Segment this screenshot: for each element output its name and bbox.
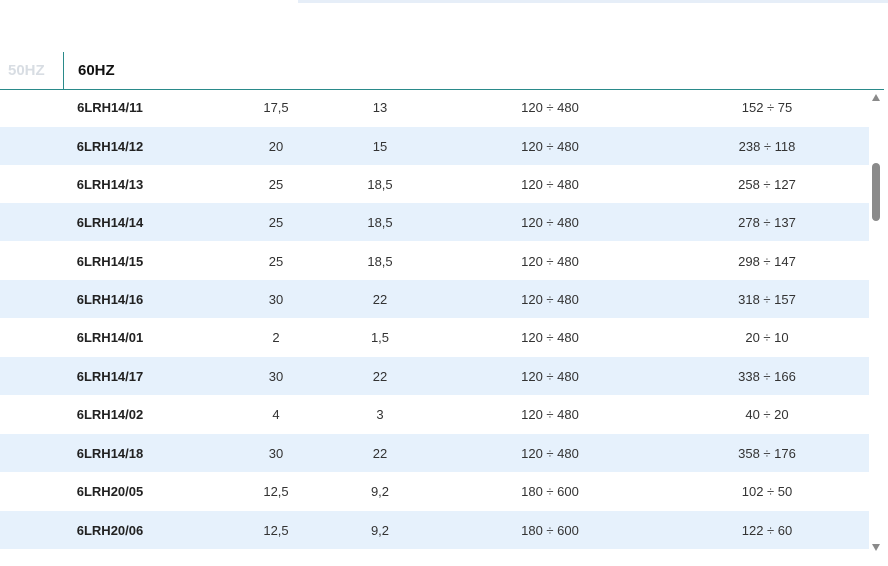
cell-hp: 9,2	[370, 522, 390, 538]
table-row: 6LRH14/17 30 22 120 ÷ 480 338 ÷ 166	[0, 357, 869, 395]
cell-hp: 15	[372, 138, 388, 154]
cell-kw: 25	[268, 176, 284, 192]
cell-model: 6LRH14/16	[76, 291, 144, 307]
scroll-up-icon[interactable]	[872, 94, 880, 101]
cell-model: 6LRH14/17	[76, 368, 144, 384]
cell-head: 318 ÷ 157	[738, 291, 796, 307]
cell-model: 6LRH14/15	[76, 253, 144, 269]
cell-model: 6LRH14/13	[76, 176, 144, 192]
cell-flow: 120 ÷ 480	[521, 406, 579, 422]
table-row: 6LRH14/14 25 18,5 120 ÷ 480 278 ÷ 137	[0, 203, 869, 241]
cell-kw: 12,5	[263, 522, 289, 538]
scroll-thumb[interactable]	[872, 163, 880, 221]
cell-kw: 25	[268, 253, 284, 269]
cell-flow: 120 ÷ 480	[521, 176, 579, 192]
cell-head: 152 ÷ 75	[741, 99, 793, 115]
table-scrollbar[interactable]	[869, 90, 884, 556]
cell-model: 6LRH14/11	[77, 99, 143, 115]
cell-hp: 1,5	[370, 329, 390, 345]
cell-model: 6LRH14/12	[76, 138, 144, 154]
cell-head: 102 ÷ 50	[741, 483, 793, 499]
cell-flow: 120 ÷ 480	[521, 291, 579, 307]
cell-head: 298 ÷ 147	[738, 253, 796, 269]
table-row: 6LRH14/02 4 3 120 ÷ 480 40 ÷ 20	[0, 395, 869, 433]
cell-kw: 30	[268, 291, 284, 307]
cell-hp: 13	[372, 99, 388, 115]
cell-kw: 4	[272, 406, 280, 422]
cell-head: 40 ÷ 20	[745, 406, 789, 422]
cell-hp: 18,5	[367, 253, 393, 269]
cell-flow: 180 ÷ 600	[521, 522, 579, 538]
cell-head: 238 ÷ 118	[738, 138, 796, 154]
table-row: 6LRH14/12 20 15 120 ÷ 480 238 ÷ 118	[0, 127, 869, 165]
cell-model: 6LRH14/18	[76, 445, 144, 461]
cell-head: 278 ÷ 137	[738, 214, 796, 230]
cell-kw: 20	[268, 138, 284, 154]
cell-flow: 120 ÷ 480	[521, 99, 579, 115]
cell-hp: 22	[372, 445, 388, 461]
cell-kw: 2	[272, 329, 280, 345]
cell-model: 6LRH20/06	[76, 522, 144, 538]
cell-flow: 120 ÷ 480	[521, 368, 579, 384]
table-row: 6LRH14/18 30 22 120 ÷ 480 358 ÷ 176	[0, 434, 869, 472]
cell-head: 20 ÷ 10	[745, 329, 789, 345]
tab-60hz[interactable]: 60HZ	[78, 52, 115, 89]
cell-hp: 18,5	[367, 176, 393, 192]
cell-head: 258 ÷ 127	[738, 176, 796, 192]
cell-model: 6LRH14/14	[76, 214, 144, 230]
pump-table: 6LRH14/11 17,5 13 120 ÷ 480 152 ÷ 75 6LR…	[0, 88, 869, 549]
cell-flow: 120 ÷ 480	[521, 253, 579, 269]
table-row: 6LRH14/15 25 18,5 120 ÷ 480 298 ÷ 147	[0, 242, 869, 280]
cell-flow: 120 ÷ 480	[521, 214, 579, 230]
cell-model: 6LRH20/05	[76, 483, 144, 499]
cell-kw: 30	[268, 368, 284, 384]
cell-model: 6LRH14/02	[76, 406, 144, 422]
top-bar	[298, 0, 888, 3]
scroll-down-icon[interactable]	[872, 544, 880, 551]
cell-flow: 120 ÷ 480	[521, 138, 579, 154]
cell-head: 358 ÷ 176	[738, 445, 796, 461]
frequency-tabs: 50HZ 60HZ	[0, 52, 884, 90]
cell-flow: 180 ÷ 600	[521, 483, 579, 499]
table-row: 6LRH14/11 17,5 13 120 ÷ 480 152 ÷ 75	[0, 88, 869, 126]
cell-flow: 120 ÷ 480	[521, 329, 579, 345]
table-row: 6LRH20/06 12,5 9,2 180 ÷ 600 122 ÷ 60	[0, 511, 869, 549]
cell-kw: 12,5	[263, 483, 289, 499]
cell-hp: 9,2	[370, 483, 390, 499]
page: 50HZ 60HZ 6LRH14/11 17,5 13 120 ÷ 480 15…	[0, 0, 888, 566]
cell-head: 122 ÷ 60	[741, 522, 793, 538]
cell-hp: 3	[376, 406, 384, 422]
cell-hp: 22	[372, 368, 388, 384]
cell-kw: 25	[268, 214, 284, 230]
tab-50hz[interactable]: 50HZ	[8, 52, 45, 89]
cell-hp: 22	[372, 291, 388, 307]
table-row: 6LRH14/13 25 18,5 120 ÷ 480 258 ÷ 127	[0, 165, 869, 203]
cell-flow: 120 ÷ 480	[521, 445, 579, 461]
cell-kw: 17,5	[263, 99, 289, 115]
table-row: 6LRH14/01 2 1,5 120 ÷ 480 20 ÷ 10	[0, 318, 869, 356]
tab-divider	[63, 52, 64, 89]
cell-model: 6LRH14/01	[76, 329, 144, 345]
table-row: 6LRH14/16 30 22 120 ÷ 480 318 ÷ 157	[0, 280, 869, 318]
cell-kw: 30	[268, 445, 284, 461]
cell-head: 338 ÷ 166	[738, 368, 796, 384]
cell-hp: 18,5	[367, 214, 393, 230]
table-row: 6LRH20/05 12,5 9,2 180 ÷ 600 102 ÷ 50	[0, 472, 869, 510]
